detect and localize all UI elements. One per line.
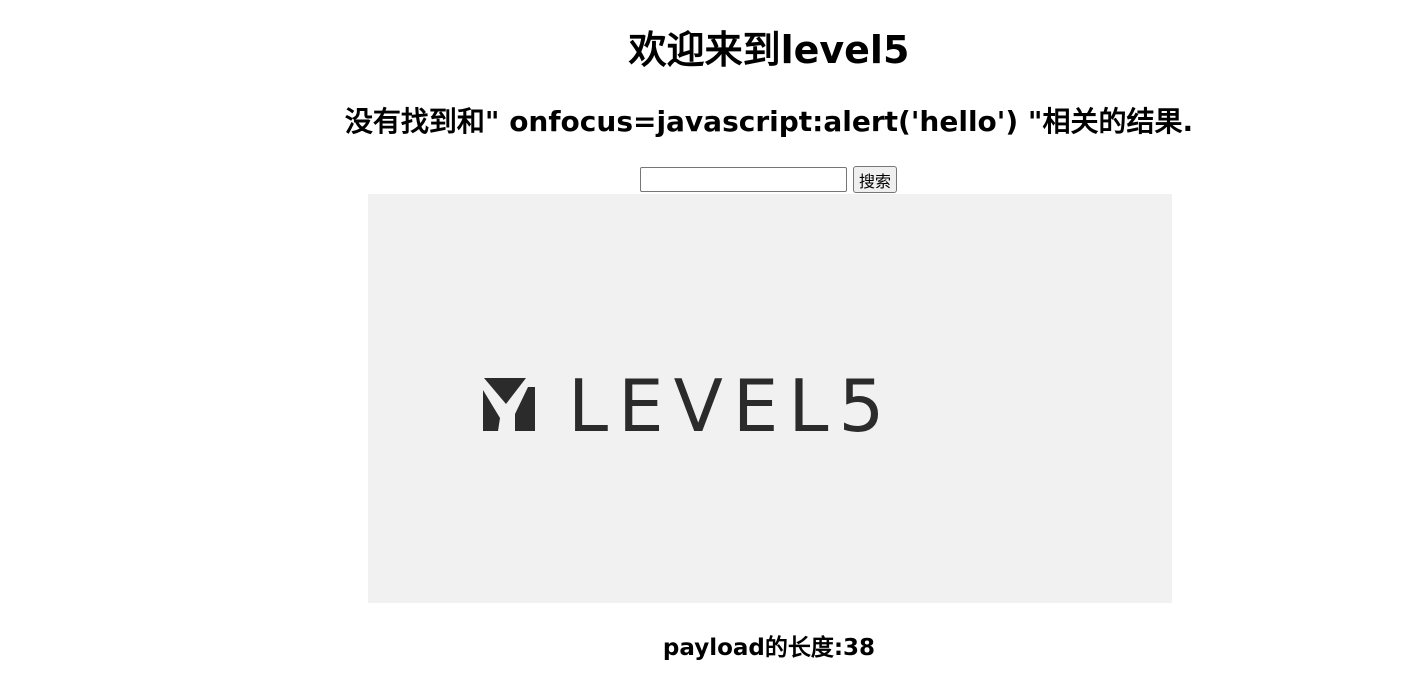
- page: 欢迎来到level5 没有找到和" onfocus=javascript:ale…: [0, 0, 1408, 688]
- level5-banner-image: LEVEL5: [368, 194, 1172, 603]
- search-button[interactable]: 搜索: [853, 166, 898, 193]
- level5-logo-text: LEVEL5: [568, 364, 894, 448]
- payload-length-label: payload的长度:38: [662, 635, 876, 661]
- search-input[interactable]: [640, 167, 847, 192]
- level5-logo-mark-icon: [483, 378, 535, 431]
- search-form: 搜索: [640, 166, 898, 193]
- page-title: 欢迎来到level5: [628, 28, 910, 72]
- level5-logo: LEVEL5: [483, 364, 894, 448]
- search-result-message: 没有找到和" onfocus=javascript:alert('hello')…: [344, 105, 1194, 138]
